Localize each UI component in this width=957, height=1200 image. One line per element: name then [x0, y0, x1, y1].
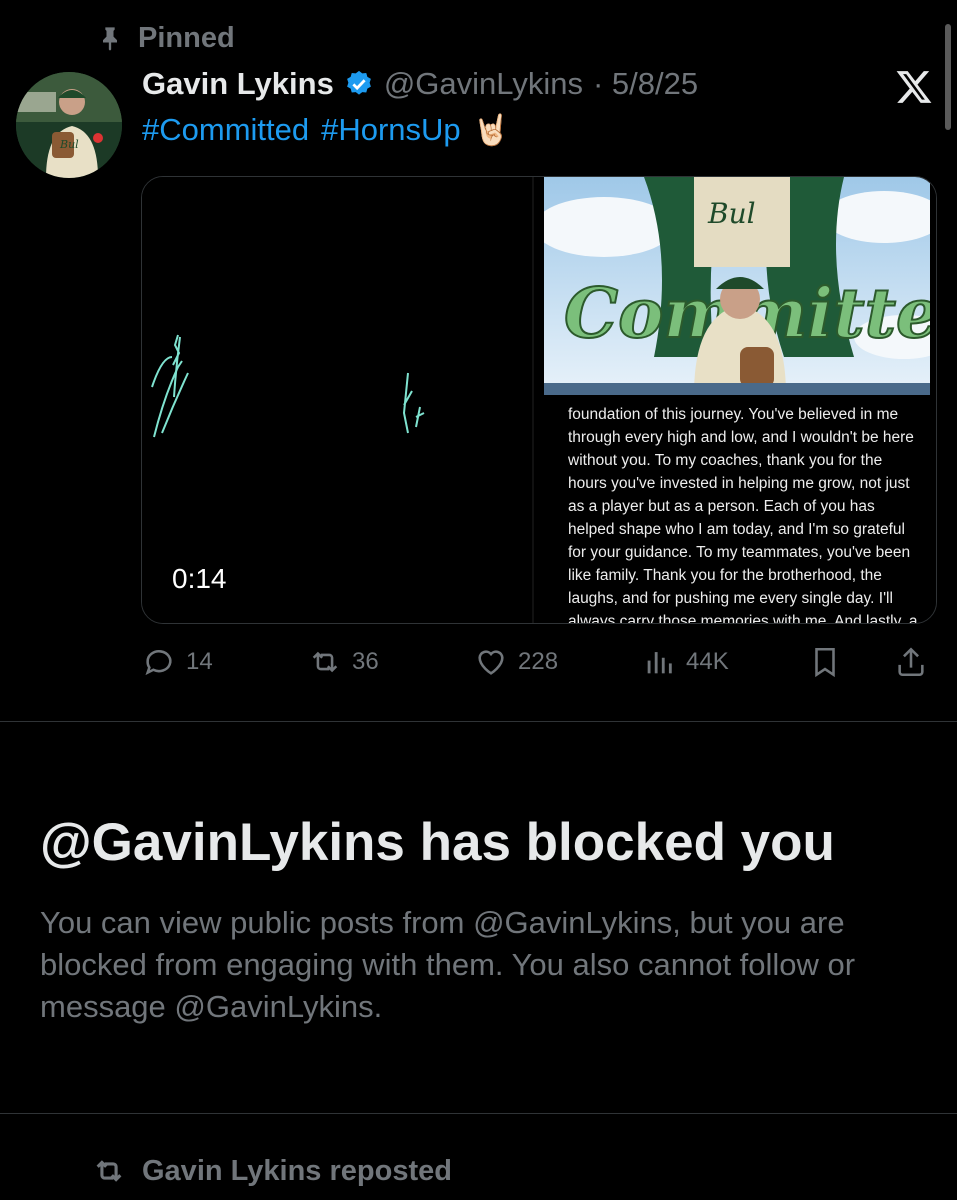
reposted-label: Gavin Lykins reposted	[142, 1154, 452, 1187]
pin-icon	[103, 26, 117, 51]
share-button[interactable]	[894, 642, 928, 682]
photo-attachment[interactable]: Bul Committed foundation of this journey…	[536, 177, 936, 624]
author-name[interactable]: Gavin Lykins	[142, 66, 334, 102]
commitment-graphic: Bul Committed	[544, 177, 930, 395]
reply-button[interactable]: 14	[142, 642, 213, 682]
hashtag-hornsup[interactable]: #HornsUp	[321, 112, 461, 148]
video-duration: 0:14	[172, 563, 227, 594]
repost-count: 36	[352, 648, 379, 675]
post-date[interactable]: · 5/8/25	[593, 66, 698, 102]
views-icon	[647, 652, 672, 674]
divider-top	[0, 721, 957, 722]
reply-icon	[145, 650, 172, 676]
video-player[interactable]: 0:14	[142, 177, 534, 623]
bookmark-button[interactable]	[808, 642, 842, 682]
graphic-letter-text: foundation of this journey. You've belie…	[568, 406, 918, 624]
media-grid: 0:14 Bul Committed	[141, 176, 937, 624]
reply-count: 14	[186, 648, 213, 675]
repost-icon	[312, 651, 338, 673]
hashtag-committed[interactable]: #Committed	[142, 112, 309, 148]
reposted-indicator[interactable]: Gavin Lykins reposted	[92, 1154, 452, 1188]
horns-emoji: 🤘🏻	[472, 113, 511, 147]
divider-bottom	[0, 1113, 957, 1114]
like-button[interactable]: 228	[474, 642, 558, 682]
avatar[interactable]: Bul	[16, 72, 122, 178]
share-icon	[898, 647, 924, 677]
pinned-indicator: Pinned	[96, 22, 235, 55]
like-count: 228	[518, 648, 559, 675]
blocked-description: You can view public posts from @GavinLyk…	[40, 905, 856, 1024]
post-text: #Committed #HornsUp 🤘🏻	[142, 112, 510, 148]
scrollbar[interactable]	[945, 24, 951, 130]
pinned-label: Pinned	[138, 22, 235, 54]
bookmark-icon	[815, 647, 835, 678]
like-icon	[478, 650, 504, 675]
post-actions: 14 36 228 44K	[142, 642, 942, 682]
blocked-title: @GavinLykins has blocked you	[40, 813, 835, 872]
svg-text:Bul: Bul	[707, 197, 756, 230]
author-handle[interactable]: @GavinLykins	[384, 66, 583, 102]
repost-icon	[96, 1160, 122, 1182]
x-logo-icon	[896, 71, 932, 103]
views-count: 44K	[686, 648, 729, 675]
repost-button[interactable]: 36	[308, 642, 379, 682]
verified-badge-icon	[346, 70, 371, 95]
views-button[interactable]: 44K	[642, 642, 729, 682]
svg-text:Bul: Bul	[59, 138, 79, 151]
post-header: Gavin Lykins @GavinLykins · 5/8/25	[142, 66, 698, 102]
